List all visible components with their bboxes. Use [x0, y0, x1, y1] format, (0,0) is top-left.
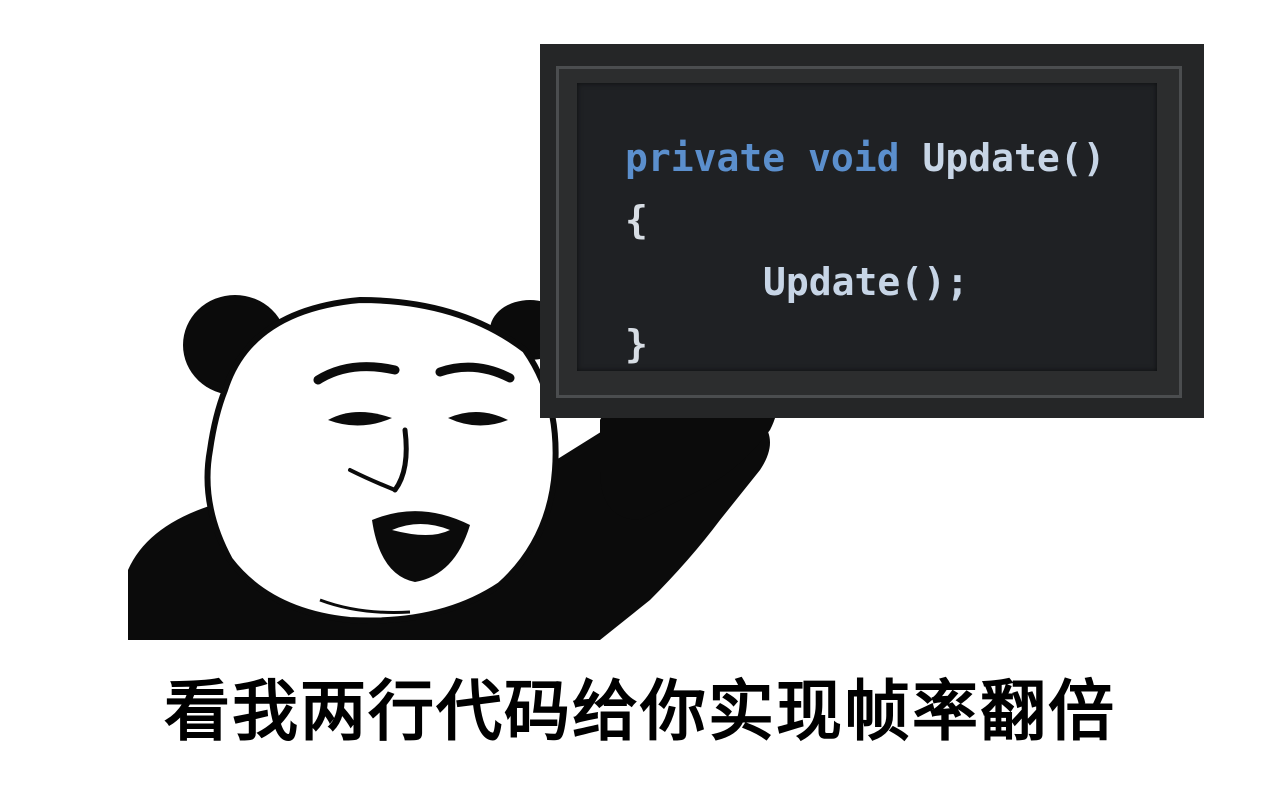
code-editor-screen: private void Update() { Update(); }	[577, 83, 1157, 371]
code-sign: private void Update() { Update(); }	[540, 44, 1204, 418]
code-line-4-close-brace: }	[625, 322, 648, 366]
code-line-1: private void Update()	[625, 139, 1105, 177]
code-keyword-void: void	[808, 136, 900, 180]
code-line-3-update-call: Update();	[763, 260, 969, 304]
code-function-update: Update()	[922, 136, 1106, 180]
code-sign-bezel: private void Update() { Update(); }	[556, 66, 1182, 398]
code-keyword-private: private	[625, 136, 786, 180]
panda-head	[204, 296, 559, 624]
meme-caption: 看我两行代码给你实现帧率翻倍	[164, 673, 1116, 750]
code-line-2-open-brace: {	[625, 198, 648, 242]
meme-canvas: private void Update() { Update(); } 看我两行…	[0, 0, 1280, 796]
